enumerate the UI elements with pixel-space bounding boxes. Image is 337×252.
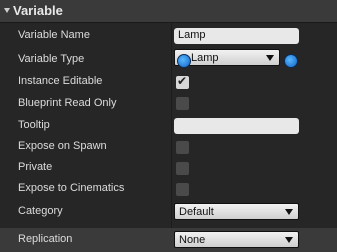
category-label: Category (18, 205, 63, 217)
object-pin-icon (177, 54, 191, 68)
chevron-down-icon (266, 55, 274, 61)
instance-editable-checkbox[interactable]: ✔ (176, 74, 189, 89)
chevron-down-icon (285, 209, 293, 215)
row-instance-editable: Instance Editable ✔ (0, 71, 337, 92)
blueprint-read-only-label: Blueprint Read Only (18, 97, 117, 109)
row-blueprint-read-only: Blueprint Read Only (0, 93, 337, 114)
replication-value: None (179, 234, 206, 246)
row-replication: Replication None (0, 228, 337, 252)
row-expose-on-spawn: Expose on Spawn (0, 136, 337, 157)
expose-on-spawn-label: Expose on Spawn (18, 140, 107, 152)
private-checkbox[interactable] (176, 162, 189, 175)
variable-name-field[interactable]: Lamp (174, 28, 299, 44)
section-header[interactable]: Variable (0, 0, 337, 23)
blueprint-read-only-checkbox[interactable] (176, 97, 189, 110)
category-select[interactable]: Default (174, 203, 299, 220)
row-expose-to-cinematics: Expose to Cinematics (0, 178, 337, 199)
replication-select[interactable]: None (174, 231, 299, 248)
collapse-arrow-icon[interactable] (4, 8, 10, 13)
container-type-pin-icon[interactable] (284, 54, 298, 68)
expose-to-cinematics-label: Expose to Cinematics (18, 182, 125, 194)
tooltip-field[interactable] (174, 118, 299, 134)
checkmark-icon: ✔ (177, 74, 188, 88)
instance-editable-label: Instance Editable (18, 75, 103, 87)
variable-type-label: Variable Type (18, 53, 85, 65)
private-label: Private (18, 161, 53, 173)
tooltip-label: Tooltip (18, 119, 50, 131)
row-variable-name: Variable Name Lamp (0, 25, 337, 46)
replication-label: Replication (18, 233, 73, 245)
details-panel: Variable Variable Name Lamp Variable Typ… (0, 0, 337, 252)
row-tooltip: Tooltip (0, 115, 337, 136)
row-private: Private (0, 157, 337, 178)
section-title: Variable (13, 3, 63, 18)
variable-type-value: Lamp (191, 52, 219, 64)
chevron-down-icon (285, 237, 293, 243)
expose-on-spawn-checkbox[interactable] (176, 141, 189, 154)
row-category: Category Default (0, 201, 337, 222)
category-value: Default (179, 206, 214, 218)
expose-to-cinematics-checkbox[interactable] (176, 183, 189, 196)
variable-name-label: Variable Name (18, 29, 90, 41)
